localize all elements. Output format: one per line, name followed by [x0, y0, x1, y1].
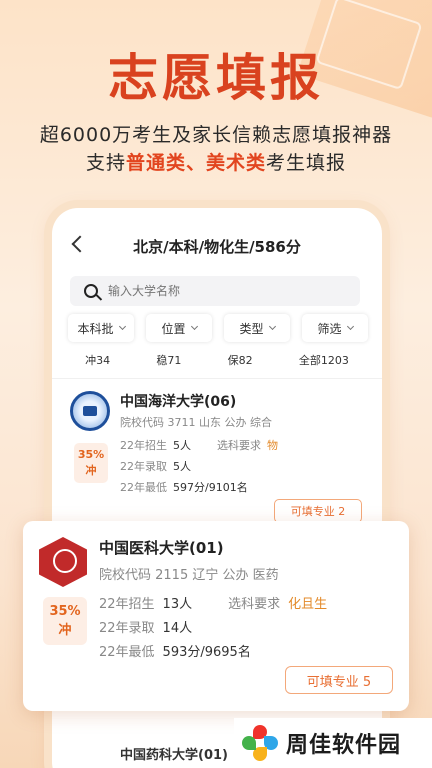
watermark: 周佳软件园	[234, 718, 432, 768]
min-score-row: 22年最低 593分/9695名	[99, 641, 251, 660]
enroll-row: 22年招生 5人 选科要求物	[120, 437, 278, 453]
row-label: 22年招生	[99, 597, 155, 612]
row-label: 22年录取	[99, 621, 155, 636]
search-input[interactable]	[108, 284, 328, 298]
row-label: 22年录取	[120, 460, 167, 473]
filter-label: 位置	[161, 321, 186, 336]
hero-title: 志愿填报	[108, 49, 324, 107]
tab-match[interactable]: 稳71	[152, 352, 185, 368]
admit-row: 22年录取 5人	[120, 458, 191, 474]
row-value: 13人	[162, 597, 193, 612]
filter-type[interactable]: 类型	[224, 314, 290, 342]
filter-label: 筛选	[317, 321, 342, 336]
row-label: 22年最低	[99, 645, 155, 660]
filter-bar: 本科批 位置 类型 筛选	[68, 314, 368, 342]
university-name: 中国药科大学(01)	[120, 748, 228, 763]
search-bar[interactable]	[70, 276, 360, 306]
pinwheel-logo-icon	[242, 725, 278, 761]
filter-screen[interactable]: 筛选	[302, 314, 368, 342]
tab-safety[interactable]: 保82	[224, 352, 257, 368]
tab-all[interactable]: 全部1203	[295, 352, 353, 368]
filter-label: 类型	[239, 321, 264, 336]
chevron-down-icon	[118, 322, 126, 331]
badge-tag: 冲	[85, 464, 97, 477]
chevron-down-icon	[346, 322, 354, 331]
university-name: 中国医科大学(01)	[99, 539, 224, 557]
badge-percent: 35%	[77, 448, 105, 461]
university-meta: 院校代码 3711 山东 公办 综合	[120, 416, 272, 429]
min-score-row: 22年最低 597分/9101名	[120, 479, 248, 495]
row-label: 22年最低	[120, 481, 167, 494]
university-card-medical[interactable]: 中国医科大学(01) 院校代码 2115 辽宁 公办 医药 35% 冲 22年招…	[23, 521, 409, 711]
tab-reach[interactable]: 冲34	[81, 352, 114, 368]
nav-bar: 北京/本科/物化生/586分	[52, 235, 382, 262]
hero-subtitle-2: 支持普通类、美术类考生填报	[0, 148, 432, 175]
req-label: 选科要求	[217, 439, 261, 452]
hero-subtitle-1: 超6000万考生及家长信赖志愿填报神器	[39, 124, 393, 146]
highlight-general: 普通类	[125, 152, 186, 174]
university-card-partial: 中国药科大学(01)	[60, 734, 230, 768]
filter-location[interactable]: 位置	[146, 314, 212, 342]
chevron-down-icon	[190, 322, 198, 331]
watermark-text: 周佳软件园	[286, 733, 402, 758]
chevron-down-icon	[268, 322, 276, 331]
filter-label: 本科批	[77, 321, 114, 336]
university-logo	[39, 537, 87, 587]
page-title: 北京/本科/物化生/586分	[133, 238, 301, 256]
row-value: 14人	[162, 621, 193, 636]
tab-bar: 冲34 稳71 保82 全部1203	[52, 352, 382, 368]
subtitle-text: 支持	[85, 152, 126, 174]
badge-tag: 冲	[58, 623, 72, 638]
row-value: 5人	[173, 439, 191, 452]
row-value: 5人	[173, 460, 191, 473]
majors-button[interactable]: 可填专业 2	[274, 499, 362, 523]
filter-batch[interactable]: 本科批	[68, 314, 134, 342]
majors-button[interactable]: 可填专业 5	[285, 666, 393, 694]
university-meta: 院校代码 2115 辽宁 公办 医药	[99, 568, 279, 583]
university-logo	[70, 391, 110, 431]
university-card-ocean[interactable]: 中国海洋大学(06) 院校代码 3711 山东 公办 综合 35% 冲 22年招…	[52, 378, 382, 523]
row-label: 22年招生	[120, 439, 167, 452]
req-value: 化且生	[288, 597, 328, 612]
university-name: 中国海洋大学(06)	[120, 394, 237, 410]
req-label: 选科要求	[228, 597, 281, 612]
probability-badge: 35% 冲	[43, 597, 87, 645]
req-value: 物	[267, 439, 278, 452]
enroll-row: 22年招生 13人 选科要求 化且生	[99, 593, 327, 612]
row-value: 593分/9695名	[162, 645, 251, 660]
admit-row: 22年录取 14人	[99, 617, 192, 636]
subtitle-text-end: 考生填报	[266, 152, 347, 174]
probability-badge: 35% 冲	[74, 443, 108, 483]
row-value: 597分/9101名	[173, 481, 248, 494]
search-icon	[84, 284, 98, 298]
highlight-separator: 、	[185, 152, 206, 174]
badge-percent: 35%	[49, 604, 81, 619]
highlight-art: 美术类	[206, 152, 267, 174]
